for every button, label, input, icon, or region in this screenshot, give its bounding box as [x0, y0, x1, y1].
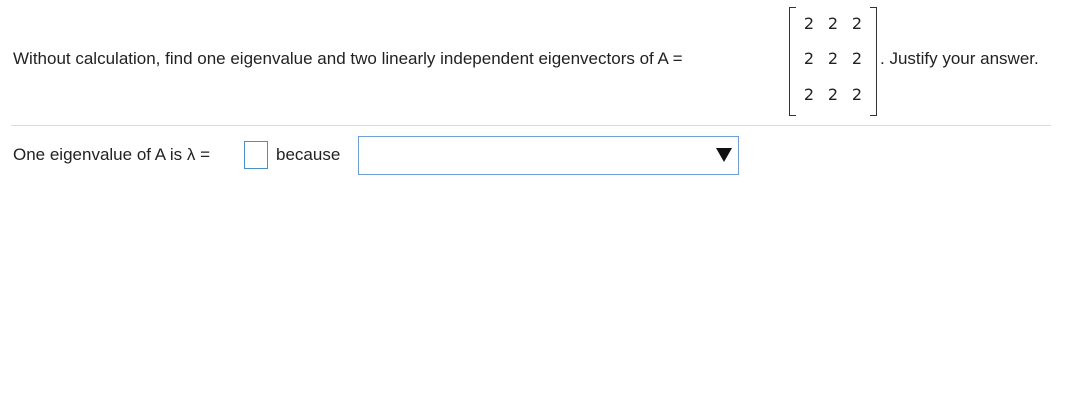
because-label: because [276, 145, 341, 164]
triangle-down-icon[interactable] [716, 148, 732, 162]
matrix-cell: 2 [827, 14, 839, 33]
matrix-cell: 2 [851, 14, 863, 33]
matrix-row: 2 2 2 [799, 85, 867, 104]
eigenvalue-label: One eigenvalue of A is λ = [13, 145, 211, 164]
divider [11, 125, 1051, 126]
matrix-A: 2 2 2 2 2 2 2 2 2 [789, 7, 877, 116]
matrix-cell: 2 [851, 49, 863, 68]
question-text: Without calculation, find one eigenvalue… [13, 49, 683, 68]
matrix-cell: 2 [851, 85, 863, 104]
matrix-cell: 2 [803, 85, 815, 104]
matrix-cell: 2 [827, 49, 839, 68]
justify-text: . Justify your answer. [880, 49, 1039, 68]
matrix-cell: 2 [803, 14, 815, 33]
matrix-cell: 2 [827, 85, 839, 104]
reason-dropdown[interactable] [358, 136, 739, 175]
eigenvalue-input[interactable] [244, 141, 268, 169]
matrix-right-bracket [870, 7, 877, 116]
matrix-left-bracket [789, 7, 796, 116]
matrix-row: 2 2 2 [799, 49, 867, 68]
matrix-row: 2 2 2 [799, 14, 867, 33]
matrix-cell: 2 [803, 49, 815, 68]
